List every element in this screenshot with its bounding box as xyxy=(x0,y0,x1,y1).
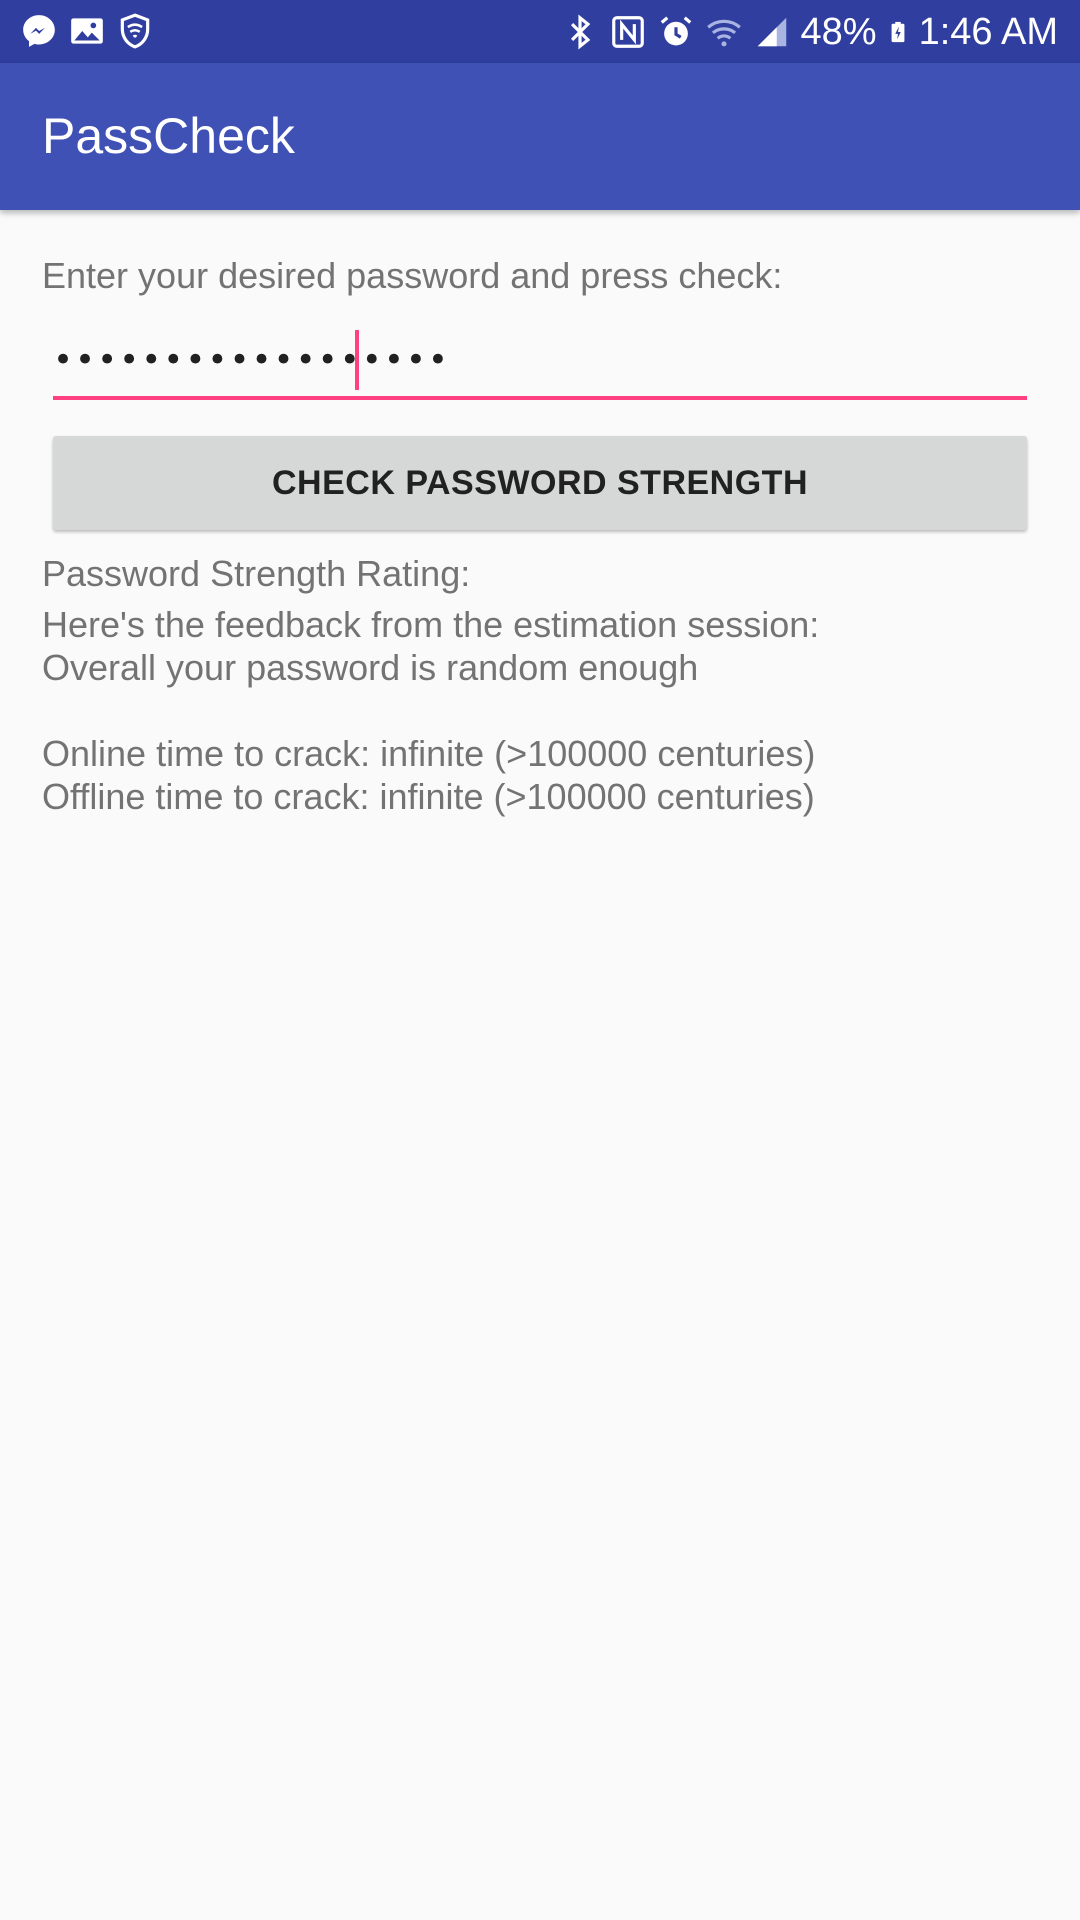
messenger-icon xyxy=(23,15,55,47)
shield-icon xyxy=(120,13,150,49)
alarm-icon xyxy=(660,16,691,46)
strength-rating-label: Password Strength Rating: xyxy=(42,553,471,594)
wifi-icon xyxy=(706,19,741,47)
online-crack-time: Online time to crack: infinite (>100000 … xyxy=(42,733,816,774)
status-bar: 48% 1:46 AM xyxy=(0,0,1080,63)
battery-percent: 48% xyxy=(800,11,877,53)
nfc-icon xyxy=(611,16,644,48)
clock: 1:46 AM xyxy=(918,11,1058,53)
app-title: PassCheck xyxy=(42,108,295,164)
password-prompt: Enter your desired password and press ch… xyxy=(42,255,783,296)
results-panel: Password Strength Rating: Here's the fee… xyxy=(42,552,1042,818)
password-masked-value: •••••••••••••••••• xyxy=(53,340,450,380)
app-bar: PassCheck xyxy=(0,63,1080,210)
check-password-strength-button[interactable]: CHECK PASSWORD STRENGTH xyxy=(53,436,1027,530)
bluetooth-icon xyxy=(570,14,590,50)
text-cursor xyxy=(355,330,359,390)
feedback-header: Here's the feedback from the estimation … xyxy=(42,604,820,645)
image-icon xyxy=(71,18,103,44)
signal-icon xyxy=(757,17,786,47)
notification-icons xyxy=(20,12,154,50)
offline-crack-time: Offline time to crack: infinite (>100000… xyxy=(42,776,815,817)
password-input[interactable]: •••••••••••••••••• xyxy=(53,326,1027,400)
feedback-summary: Overall your password is random enough xyxy=(42,647,699,688)
system-icons: 48% 1:46 AM xyxy=(561,8,1058,56)
battery-charging-icon xyxy=(891,21,904,43)
